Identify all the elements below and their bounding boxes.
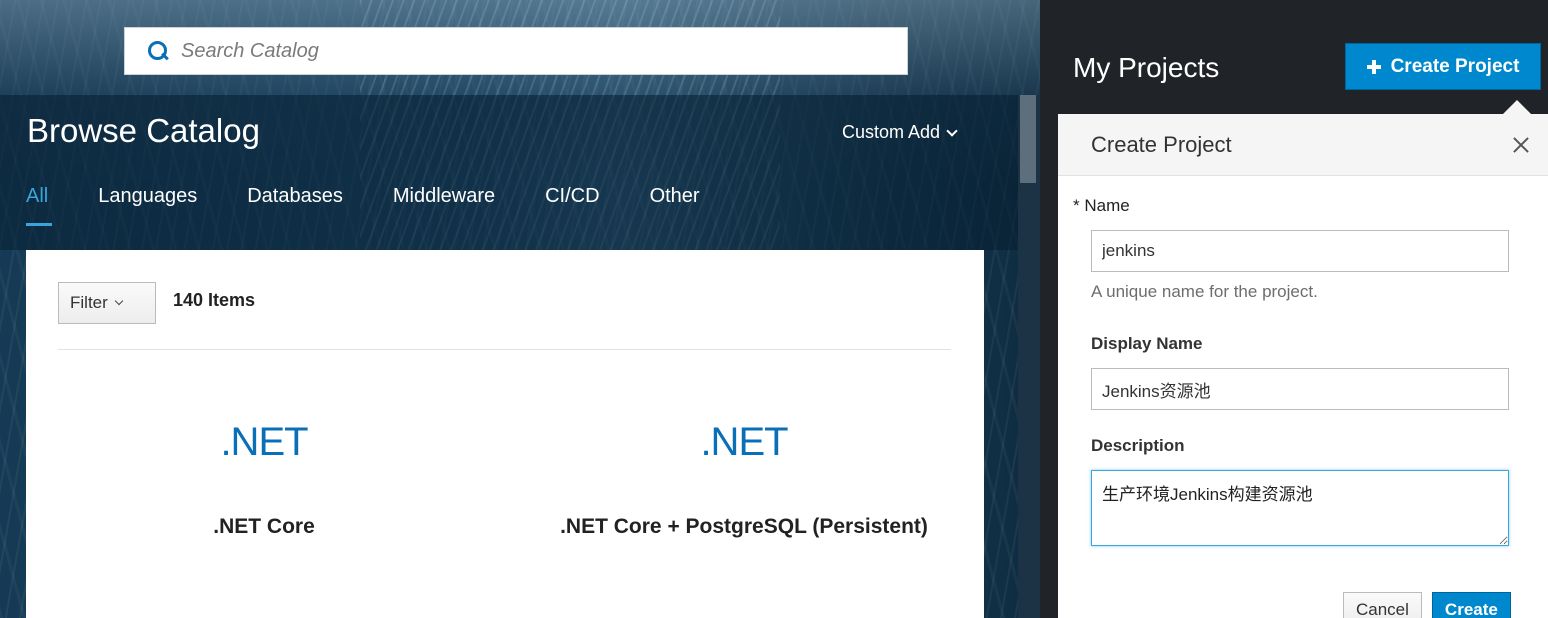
description-label: Description	[1091, 436, 1185, 455]
dotnet-logo: .NET	[220, 420, 308, 464]
search-box[interactable]	[124, 27, 908, 75]
tab-languages[interactable]: Languages	[98, 185, 197, 208]
projects-sidebar: My Projects Create Project Create Projec…	[1040, 0, 1548, 618]
tile-name: .NET Core + PostgreSQL (Persistent)	[560, 515, 928, 538]
form-actions: Cancel Create	[1343, 592, 1511, 618]
catalog-tile[interactable]: .NET .NET Core + PostgreSQL (Persistent)	[534, 420, 954, 539]
dotnet-logo: .NET	[700, 420, 788, 464]
page-title: Browse Catalog	[27, 112, 260, 149]
name-label: * Name	[1073, 196, 1130, 215]
custom-add-dropdown[interactable]: Custom Add	[842, 122, 958, 143]
catalog-area: Browse Catalog Custom Add All Languages …	[0, 0, 1040, 618]
tab-databases[interactable]: Databases	[247, 185, 343, 208]
scrollbar-thumb[interactable]	[1020, 95, 1036, 183]
popover-title: Create Project	[1091, 131, 1232, 157]
plus-icon	[1366, 59, 1381, 74]
filter-dropdown[interactable]: Filter	[58, 282, 156, 324]
catalog-panel: Filter 140 Items .NET .NET Core .NET .NE…	[26, 250, 984, 618]
popover-header: Create Project	[1058, 114, 1548, 176]
display-name-label: Display Name	[1091, 334, 1203, 353]
tab-middleware[interactable]: Middleware	[393, 185, 495, 208]
close-icon[interactable]	[1512, 136, 1530, 154]
tile-name: .NET Core	[213, 515, 315, 538]
create-project-button[interactable]: Create Project	[1345, 43, 1541, 90]
vertical-scrollbar[interactable]	[1018, 95, 1040, 618]
create-button[interactable]: Create	[1431, 592, 1511, 618]
chevron-down-icon	[946, 124, 958, 137]
create-project-label: Create Project	[1390, 55, 1520, 77]
catalog-tile[interactable]: .NET .NET Core	[54, 420, 474, 539]
display-name-field[interactable]	[1091, 368, 1509, 410]
create-project-popover: Create Project * Name A unique name for …	[1058, 114, 1548, 618]
search-icon	[147, 40, 169, 62]
items-count: 140 Items	[173, 290, 256, 310]
filter-label: Filter	[70, 293, 108, 312]
my-projects-title: My Projects	[1073, 52, 1220, 83]
description-field[interactable]: 生产环境Jenkins构建资源池	[1091, 470, 1509, 546]
tab-cicd[interactable]: CI/CD	[545, 185, 599, 208]
chevron-down-icon	[114, 296, 124, 306]
tab-all[interactable]: All	[26, 185, 53, 226]
search-input[interactable]	[181, 39, 881, 63]
tab-other[interactable]: Other	[650, 185, 700, 208]
custom-add-label: Custom Add	[842, 122, 941, 142]
app-window: Browse Catalog Custom Add All Languages …	[0, 0, 1548, 618]
create-project-form: * Name A unique name for the project. Di…	[1073, 196, 1528, 546]
catalog-tabs: All Languages Databases Middleware CI/CD…	[26, 185, 750, 226]
name-help-text: A unique name for the project.	[1091, 282, 1318, 301]
divider	[58, 349, 951, 350]
cancel-button[interactable]: Cancel	[1343, 592, 1422, 618]
popover-arrow	[1503, 100, 1531, 114]
name-field[interactable]	[1091, 230, 1509, 272]
